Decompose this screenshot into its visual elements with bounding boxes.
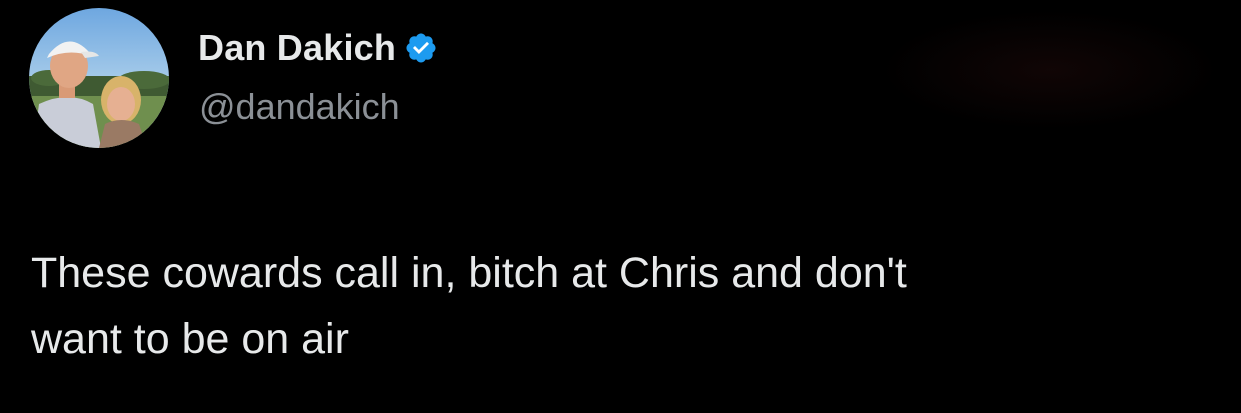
tweet-card: Dan Dakich @dandakich These cowards call… bbox=[0, 0, 1241, 413]
author-handle[interactable]: @dandakich bbox=[199, 86, 400, 128]
tweet-text: These cowards call in, bitch at Chris an… bbox=[31, 249, 907, 363]
display-name[interactable]: Dan Dakich bbox=[198, 27, 396, 69]
avatar[interactable] bbox=[29, 8, 169, 148]
verified-badge-icon[interactable] bbox=[404, 31, 438, 65]
author-name-row[interactable]: Dan Dakich bbox=[198, 26, 438, 70]
background-shadow bbox=[880, 10, 1220, 130]
avatar-photo bbox=[29, 8, 169, 148]
